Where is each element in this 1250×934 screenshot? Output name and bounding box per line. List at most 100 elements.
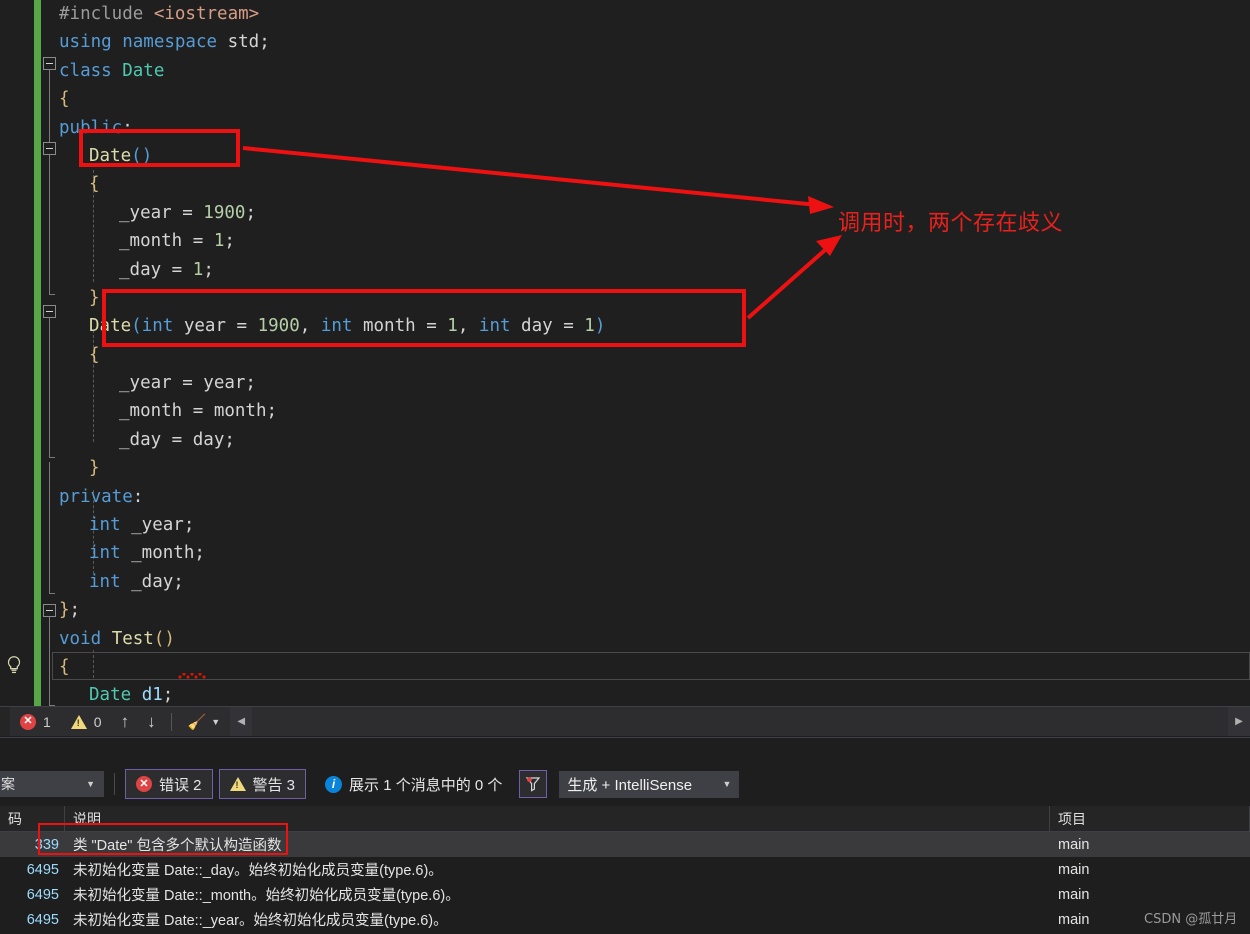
code-token: 1	[584, 316, 595, 337]
status-error-number: 1	[43, 713, 51, 730]
error-list-toolbar: 案 ▼ ✕ 错误 2 警告 3 i 展示 1 个消息中的 0 个	[0, 766, 1250, 802]
scroll-left-icon[interactable]: ◀	[230, 707, 253, 736]
code-token: ,	[299, 316, 321, 337]
code-line: Date d1;	[41, 681, 1250, 706]
code-token: _year = year;	[119, 373, 256, 394]
code-token: ()	[153, 628, 175, 649]
error-project: main	[1058, 836, 1090, 853]
code-token: int	[89, 543, 121, 564]
error-squiggle	[178, 673, 206, 679]
code-line: }	[41, 454, 1250, 482]
code-line: private:	[41, 483, 1250, 511]
code-line: int _day;	[41, 568, 1250, 596]
next-issue-button[interactable]: ↓	[138, 712, 165, 732]
code-token: 1	[213, 231, 225, 252]
code-token: std	[227, 32, 260, 53]
status-error-count[interactable]: ✕ 1	[10, 707, 61, 736]
code-token: _day = day;	[119, 429, 235, 450]
code-token: Date	[89, 145, 132, 166]
column-header[interactable]: 说明	[65, 806, 1050, 831]
code-token: {	[89, 344, 100, 365]
warnings-filter-button[interactable]: 警告 3	[218, 769, 307, 799]
status-divider	[170, 712, 172, 731]
column-header[interactable]: 码	[0, 806, 65, 831]
code-editor[interactable]: #include <iostream> using namespace std; c…	[0, 0, 1250, 706]
scope-dropdown-value: 案	[1, 776, 15, 792]
code-line: _day = 1;	[41, 256, 1250, 284]
code-token: {	[59, 89, 70, 110]
code-token: int	[141, 316, 174, 337]
code-line: };	[41, 596, 1250, 624]
build-scope-dropdown[interactable]: 生成 + IntelliSense ▼	[559, 770, 740, 798]
code-token: ;	[69, 600, 81, 621]
code-token: ,	[457, 316, 479, 337]
error-description: 类 "Date" 包含多个默认构造函数	[73, 838, 282, 854]
watermark-label: CSDN @孤廿月	[1144, 912, 1238, 927]
code-token: void	[59, 628, 112, 649]
visual-studio-window: #include <iostream> using namespace std; c…	[0, 0, 1250, 934]
error-list-row[interactable]: 6495 未初始化变量 Date::_year。始终初始化成员变量(type.6)…	[0, 907, 1250, 932]
code-token: #include	[59, 4, 154, 24]
code-token: month =	[352, 316, 448, 337]
code-token: Date	[89, 685, 132, 706]
chevron-down-icon: ▼	[211, 716, 221, 727]
error-list-header[interactable]: 码说明 项目	[0, 806, 1250, 832]
warnings-filter-label: 警告 3	[252, 776, 296, 794]
code-token: ;	[245, 202, 256, 223]
error-description: 未初始化变量 Date::_month。始终初始化成员变量(type.6)。	[73, 888, 460, 904]
code-token: )	[594, 316, 606, 337]
error-project: main	[1058, 886, 1090, 903]
error-list-body[interactable]: 339 类 "Date" 包含多个默认构造函数 main 6495 未初始化变量 Dat…	[0, 832, 1250, 932]
messages-filter-label: 展示 1 个消息中的 0 个	[349, 776, 503, 794]
code-token: 1900	[257, 316, 300, 337]
error-description: 未初始化变量 Date::_day。始终初始化成员变量(type.6)。	[73, 863, 443, 879]
messages-filter-button[interactable]: i 展示 1 个消息中的 0 个	[314, 769, 513, 799]
code-token: day =	[510, 316, 585, 337]
code-token: Test	[111, 628, 154, 649]
code-token: d1	[141, 685, 163, 706]
error-code: 6495	[26, 886, 59, 903]
errors-filter-button[interactable]: ✕ 错误 2	[125, 769, 213, 799]
error-list-row[interactable]: 339 类 "Date" 包含多个默认构造函数 main	[0, 832, 1250, 857]
chevron-down-icon: ▼	[722, 779, 732, 789]
code-token: public	[59, 117, 123, 138]
lightbulb-icon[interactable]	[3, 653, 25, 677]
code-token: 1900	[203, 202, 246, 223]
editor-status-bar: ✕ 1 0 ↑ ↓ 🧹 ▼ ◀ ▶	[0, 706, 1250, 736]
code-line: Date(int year = 1900, int month = 1, int…	[41, 312, 1250, 340]
error-list-row[interactable]: 6495 未初始化变量 Date::_month。始终初始化成员变量(type.6…	[0, 882, 1250, 907]
code-token: <iostream>	[153, 4, 260, 24]
filter-funnel-icon	[526, 777, 541, 792]
status-warning-count[interactable]: 0	[61, 707, 112, 736]
code-token: Date	[122, 60, 165, 81]
error-list-grid[interactable]: 码说明 项目 339 类 "Date" 包含多个默认构造函数 main 6495 未初始化…	[0, 806, 1250, 934]
filter-funnel-button[interactable]	[519, 770, 548, 798]
error-description: 未初始化变量 Date::_year。始终初始化成员变量(type.6)。	[73, 913, 448, 929]
code-token: int	[478, 316, 511, 337]
code-line: _day = day;	[41, 426, 1250, 454]
code-line: _year = 1900;	[41, 199, 1250, 227]
code-token: _day;	[120, 571, 184, 592]
code-text[interactable]: #include <iostream> using namespace std; c…	[41, 0, 1250, 706]
code-line: {	[41, 341, 1250, 369]
code-token: _month = month;	[119, 401, 278, 422]
column-header[interactable]: 项目	[1050, 806, 1250, 831]
code-token: _month;	[120, 543, 205, 564]
code-line: #include <iostream>	[41, 0, 1250, 28]
status-warning-number: 0	[93, 713, 102, 730]
prev-issue-button[interactable]: ↑	[112, 712, 139, 732]
code-line: public:	[41, 114, 1250, 142]
code-line: {	[41, 85, 1250, 113]
horizontal-scroll-track[interactable]	[252, 707, 1228, 736]
cleanup-button[interactable]: 🧹 ▼	[178, 707, 231, 736]
code-token: }	[59, 600, 70, 621]
annotation-label: 调用时，两个存在歧义	[838, 211, 1064, 236]
warning-triangle-icon	[229, 777, 246, 791]
code-token: :	[122, 117, 133, 138]
scroll-right-icon[interactable]: ▶	[1228, 707, 1250, 736]
error-list-row[interactable]: 6495 未初始化变量 Date::_day。始终初始化成员变量(type.6)。…	[0, 857, 1250, 882]
error-code: 339	[34, 836, 59, 853]
scope-dropdown[interactable]: 案 ▼	[0, 771, 104, 797]
code-token: _year;	[120, 515, 195, 536]
